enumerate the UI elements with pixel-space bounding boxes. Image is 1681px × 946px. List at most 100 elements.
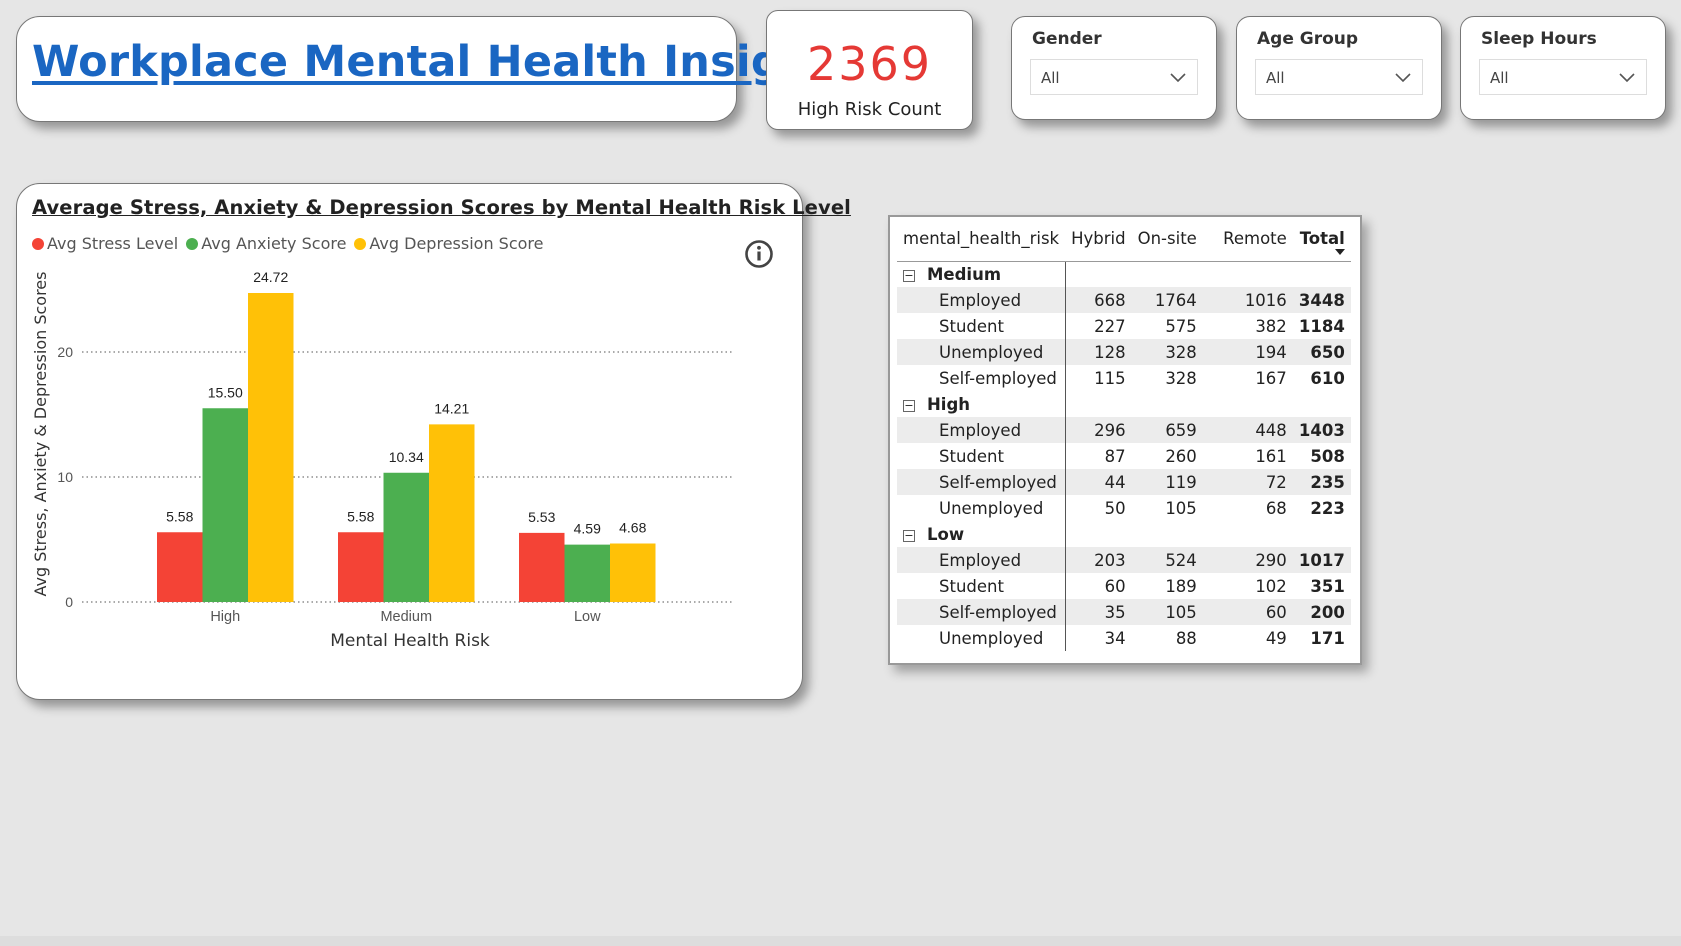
column-header[interactable]: On-site [1131, 223, 1203, 262]
slicer-title: Sleep Hours [1481, 29, 1597, 49]
table-row[interactable]: Student 60 189 102 351 [897, 573, 1351, 599]
column-header-label: Hybrid [1071, 229, 1126, 248]
value-cell: 87 [1104, 446, 1126, 466]
value-cell: 115 [1094, 368, 1126, 388]
column-header[interactable]: Hybrid [1065, 223, 1132, 262]
table-row[interactable]: Unemployed 128 328 194 650 [897, 339, 1351, 365]
legend-item-anxiety[interactable]: Avg Anxiety Score [186, 234, 346, 253]
value-cell: 194 [1202, 339, 1293, 365]
group-label-cell: − High [897, 391, 1066, 417]
empty-cell [1132, 261, 1203, 287]
value-cell: 167 [1255, 368, 1287, 388]
row-label: Student [897, 573, 1066, 599]
row-label: Unemployed [897, 625, 1066, 651]
collapse-icon[interactable]: − [903, 269, 915, 282]
total-cell: 200 [1292, 599, 1351, 625]
sort-descending-icon[interactable] [1334, 249, 1345, 255]
column-header-label: Remote [1223, 229, 1287, 248]
value-cell: 296 [1065, 417, 1132, 443]
value-cell: 328 [1165, 368, 1197, 388]
data-label: 14.21 [434, 400, 469, 416]
age-group-dropdown[interactable]: All [1255, 59, 1423, 95]
value-cell: 668 [1065, 287, 1132, 313]
total-cell: 508 [1310, 446, 1345, 466]
chevron-down-icon [1170, 73, 1186, 83]
y-tick-label: 20 [57, 344, 73, 360]
table-row[interactable]: Student 227 575 382 1184 [897, 313, 1351, 339]
value-cell: 382 [1255, 316, 1287, 336]
column-header-label: On-site [1137, 229, 1197, 248]
group-label-cell: − Medium [897, 261, 1066, 287]
value-cell: 49 [1265, 628, 1287, 648]
x-tick-label: High [210, 609, 240, 625]
collapse-icon[interactable]: − [903, 529, 915, 542]
table-row[interactable]: Self-employed 44 119 72 235 [897, 469, 1351, 495]
total-cell: 610 [1310, 368, 1345, 388]
value-cell: 260 [1165, 446, 1197, 466]
total-cell: 3448 [1292, 287, 1351, 313]
total-cell: 1184 [1298, 316, 1345, 336]
matrix-group-row[interactable]: − Medium [897, 261, 1351, 287]
matrix-header-row: mental_health_risk Hybrid On-site Remote Tot… [897, 223, 1351, 262]
page-title[interactable]: Workplace Mental Health Insights [32, 37, 859, 87]
table-row[interactable]: Employed 668 1764 1016 3448 [897, 287, 1351, 313]
table-row[interactable]: Employed 296 659 448 1403 [897, 417, 1351, 443]
kpi-label: High Risk Count [797, 99, 942, 120]
empty-cell [1293, 521, 1351, 547]
row-label: Student [897, 443, 1066, 469]
data-label: 10.34 [389, 449, 424, 465]
empty-cell [1293, 391, 1351, 417]
data-label: 4.68 [619, 520, 646, 536]
table-row[interactable]: Unemployed 50 105 68 223 [897, 495, 1351, 521]
data-label: 15.50 [208, 384, 243, 400]
value-cell: 60 [1104, 576, 1126, 596]
x-tick-label: Low [574, 609, 601, 625]
column-header[interactable]: mental_health_risk [897, 223, 1066, 262]
sleep-hours-dropdown[interactable]: All [1479, 59, 1647, 95]
row-label: Student [897, 313, 1066, 339]
row-label: Unemployed [897, 339, 1066, 365]
column-header[interactable]: Remote [1202, 223, 1293, 262]
total-cell: 351 [1310, 576, 1345, 596]
value-cell: 68 [1265, 498, 1287, 518]
table-row[interactable]: Student 87 260 161 508 [897, 443, 1351, 469]
matrix-body: − Medium Employed 668 1764 1016 3448 Student 227… [897, 261, 1351, 651]
slicer-value: All [1041, 69, 1060, 87]
table-row[interactable]: Self-employed 35 105 60 200 [897, 599, 1351, 625]
legend-item-depression[interactable]: Avg Depression Score [354, 234, 543, 253]
column-header-label: Total [1299, 229, 1345, 248]
table-row[interactable]: Unemployed 34 88 49 171 [897, 625, 1351, 651]
matrix-group-row[interactable]: − Low [897, 521, 1351, 547]
empty-cell [1203, 261, 1293, 287]
value-cell: 60 [1202, 599, 1293, 625]
chevron-down-icon [1395, 73, 1411, 83]
slicer-title: Gender [1032, 29, 1102, 49]
x-axis-label: Mental Health Risk [330, 631, 490, 651]
value-cell: 50 [1104, 498, 1126, 518]
legend-item-stress[interactable]: Avg Stress Level [32, 234, 178, 253]
data-label: 5.53 [528, 509, 555, 525]
column-header[interactable]: Total [1292, 223, 1351, 262]
row-label: Employed [897, 287, 1066, 313]
value-cell: 72 [1202, 469, 1293, 495]
gender-slicer: Gender All [1011, 16, 1217, 120]
table-row[interactable]: Self-employed 115 328 167 610 [897, 365, 1351, 391]
chart-card: 0 10 20 Avg Stress, Anxiety & Depression Sc… [16, 183, 851, 700]
row-label: Unemployed [897, 495, 1066, 521]
table-row[interactable]: Employed 203 524 290 1017 [897, 547, 1351, 573]
matrix-group-row[interactable]: − High [897, 391, 1351, 417]
info-icon[interactable] [744, 239, 774, 269]
matrix-table: mental_health_risk Hybrid On-site Remote Tot… [897, 223, 1351, 651]
gender-dropdown[interactable]: All [1030, 59, 1198, 95]
empty-cell [1065, 391, 1132, 417]
row-label: Self-employed [897, 469, 1066, 495]
collapse-icon[interactable]: − [903, 399, 915, 412]
empty-cell [1065, 521, 1132, 547]
group-label: High [927, 394, 971, 414]
value-cell: 290 [1202, 547, 1293, 573]
kpi-card: 2369 High Risk Count [766, 10, 973, 130]
bar-high-anxiety [202, 408, 248, 602]
group-label: Medium [927, 264, 1002, 284]
group-label: Low [927, 524, 965, 544]
slicer-title: Age Group [1257, 29, 1359, 49]
